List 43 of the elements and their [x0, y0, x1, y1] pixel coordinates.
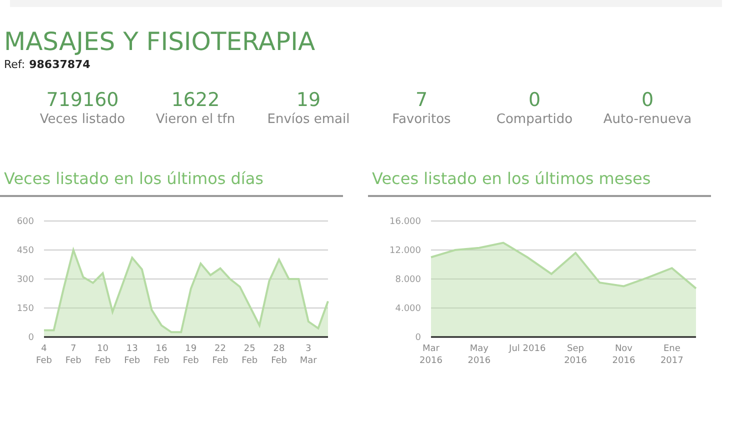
x-axis-label: 22 Feb — [212, 344, 228, 366]
y-axis-label: 8.000 — [395, 274, 421, 284]
stat-value: 0 — [528, 88, 541, 112]
stat-label: Veces listado — [40, 112, 126, 128]
stat-value: 719160 — [46, 88, 119, 112]
x-axis-label: 3 Mar — [300, 344, 317, 366]
y-axis-label: 450 — [16, 246, 34, 256]
y-axis-label: 150 — [16, 304, 34, 314]
x-axis-label: Jul 2016 — [509, 344, 546, 354]
x-axis-label: Ene 2017 — [660, 344, 684, 366]
y-axis-label: 300 — [16, 274, 34, 284]
stat-label: Favoritos — [392, 112, 451, 128]
y-axis-label: 600 — [16, 216, 34, 226]
stat-label: Auto-renueva — [603, 112, 692, 128]
y-axis-label: 12.000 — [390, 246, 421, 256]
stat-label: Compartido — [496, 112, 573, 128]
y-axis-label: 4.000 — [395, 304, 421, 314]
stat-value: 0 — [641, 88, 654, 112]
y-axis-label: 0 — [28, 332, 34, 342]
x-axis-label: Mar 2016 — [420, 344, 442, 366]
x-axis-label: 28 Feb — [271, 344, 287, 366]
x-axis-label: 19 Feb — [182, 344, 199, 366]
ref-label: Ref: — [4, 57, 26, 73]
stat-value: 7 — [415, 88, 428, 112]
stat-label: Envíos email — [267, 112, 350, 128]
stat-label: Vieron el tfn — [156, 112, 236, 128]
x-axis-label: 4 Feb — [36, 344, 52, 366]
x-axis-label: 16 Feb — [154, 344, 170, 366]
x-axis-label: 25 Feb — [242, 344, 258, 366]
y-axis-label: 0 — [415, 332, 421, 342]
x-axis-label: 13 Feb — [124, 344, 140, 366]
x-axis-label: May 2016 — [468, 344, 491, 366]
x-axis-label: Sep 2016 — [564, 344, 587, 366]
ref-value: 98637874 — [29, 57, 90, 73]
section-heading: Veces listado en los últimos meses — [371, 168, 652, 190]
stat-value: 19 — [296, 88, 321, 112]
x-axis-label: Nov 2016 — [612, 344, 636, 366]
y-axis-label: 16.000 — [390, 216, 421, 226]
section-heading: Veces listado en los últimos días — [3, 168, 265, 190]
stat-value: 1622 — [171, 88, 220, 112]
page-title: MASAJES Y FISIOTERAPIA — [4, 27, 316, 57]
x-axis-label: 7 Feb — [65, 344, 82, 366]
x-axis-label: 10 Feb — [94, 344, 111, 366]
